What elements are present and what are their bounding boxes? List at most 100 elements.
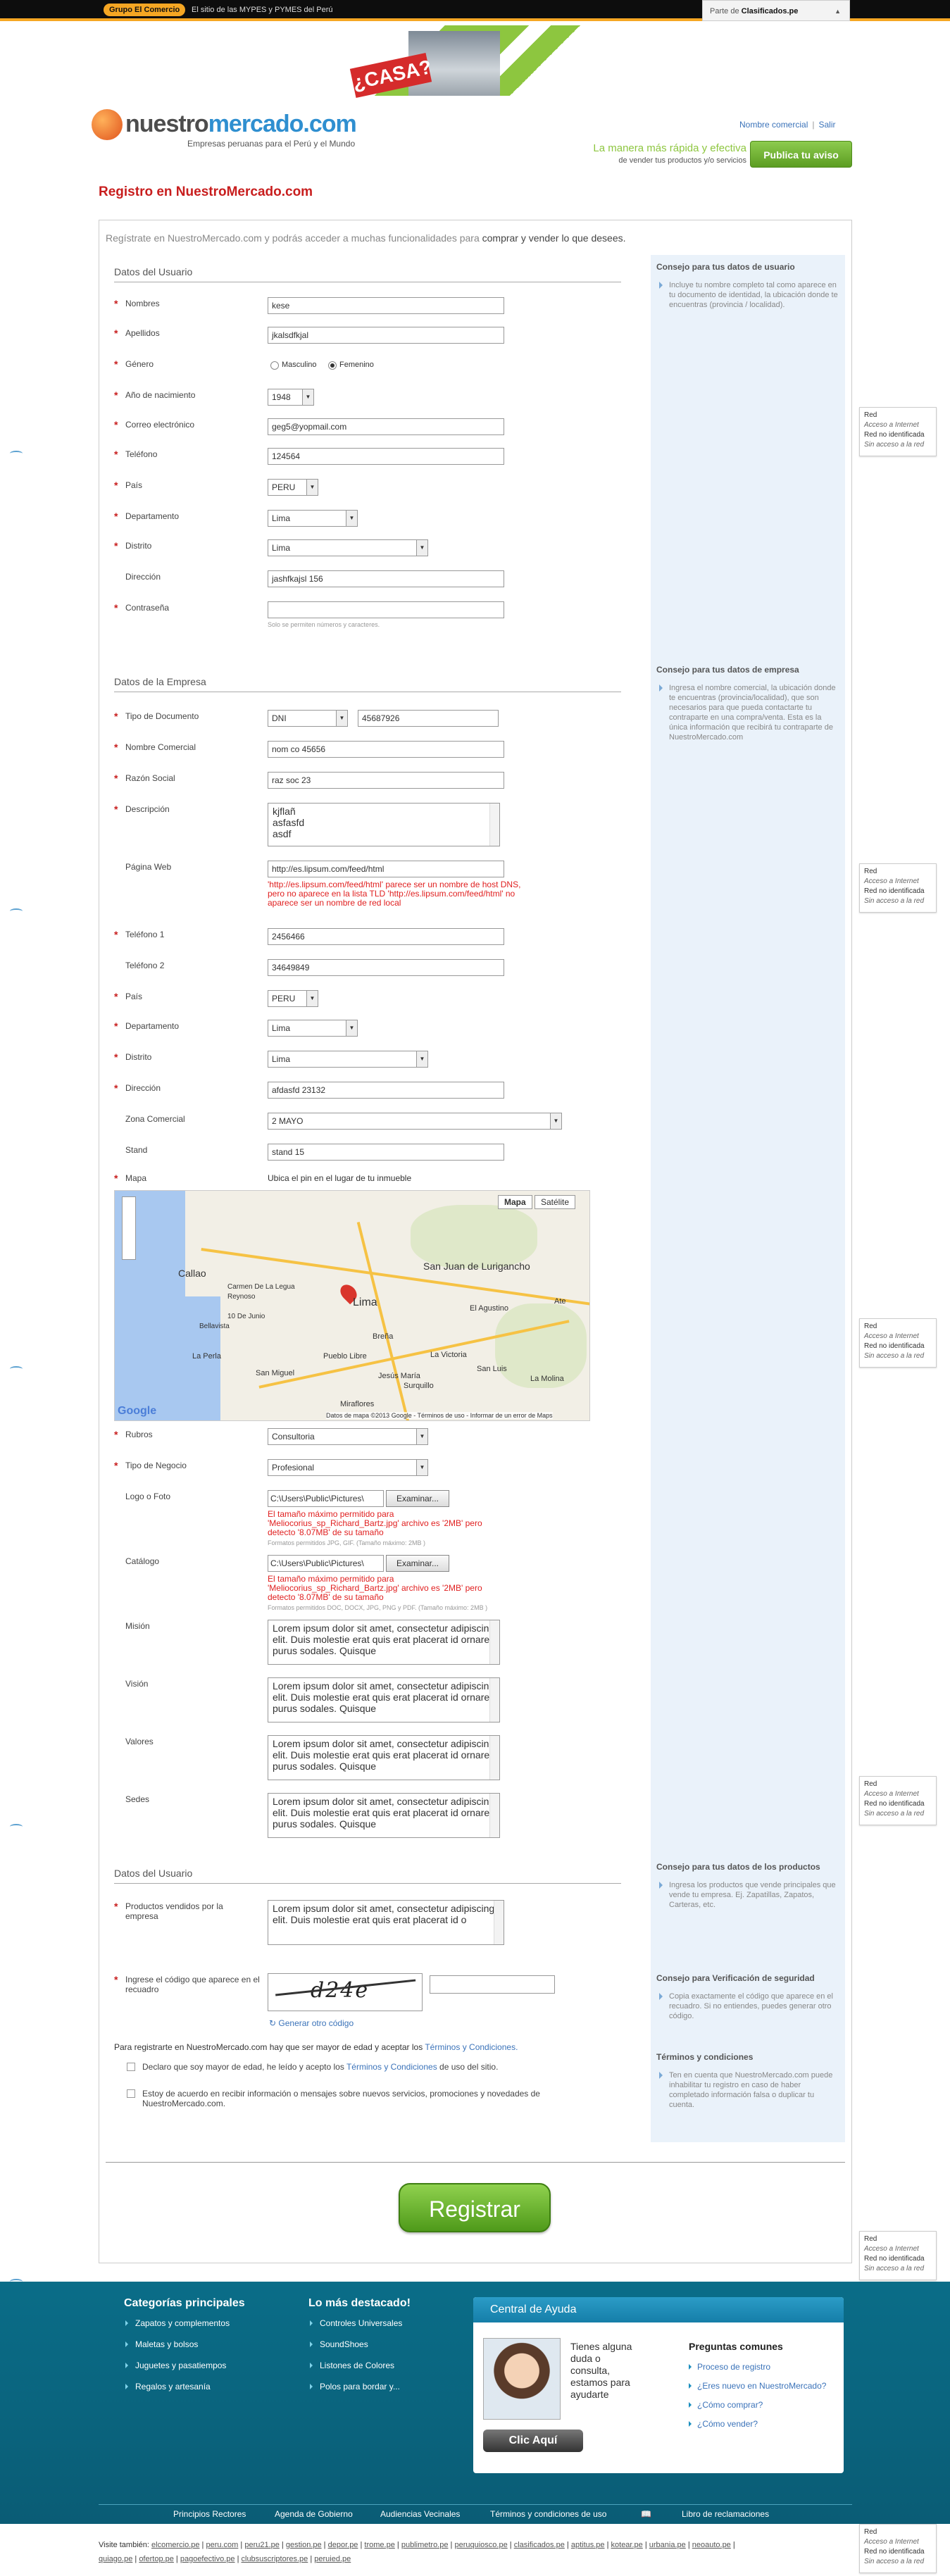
clasificados-dropdown[interactable]: Parte de Clasificados.pe ▲: [702, 0, 850, 21]
footer-category-link[interactable]: Zapatos y complementos: [124, 2318, 245, 2328]
nombres-input[interactable]: kese: [268, 297, 504, 314]
masculino-radio[interactable]: [270, 361, 279, 370]
row-contrasena: Contraseña Solo se permiten números y ca…: [114, 600, 635, 628]
partner-site-link[interactable]: peru.com: [206, 2541, 238, 2549]
tipo-documento-select[interactable]: DNI ▼: [268, 710, 348, 727]
partner-site-link[interactable]: publimetro.pe: [401, 2541, 449, 2549]
terms-link[interactable]: Términos y Condiciones.: [425, 2042, 518, 2052]
logo-file-input[interactable]: C:\Users\Public\Pictures\: [268, 1490, 384, 1507]
contrasena-input[interactable]: [268, 601, 504, 618]
partner-site-link[interactable]: trome.pe: [364, 2541, 394, 2549]
vision-textarea[interactable]: Lorem ipsum dolor sit amet, consectetur …: [268, 1677, 500, 1722]
map-type-button[interactable]: Mapa: [498, 1195, 532, 1209]
apellidos-input[interactable]: jkalsdfkjal: [268, 327, 504, 344]
partner-site-link[interactable]: kotear.pe: [611, 2541, 643, 2549]
site-logo[interactable]: nuestromercado.com Empresas peruanas par…: [92, 109, 387, 151]
faq-link[interactable]: ¿Cómo comprar?: [697, 2400, 763, 2410]
telefono-1-input[interactable]: 2456466: [268, 928, 504, 945]
nombre-comercial-input[interactable]: nom co 45656: [268, 741, 504, 758]
partner-site-link[interactable]: elcomercio.pe: [151, 2541, 199, 2549]
partner-site-link[interactable]: peruquiosco.pe: [454, 2541, 507, 2549]
footer-featured-link[interactable]: Controles Universales: [308, 2318, 411, 2328]
partner-site-link[interactable]: urbania.pe: [649, 2541, 686, 2549]
faq-link[interactable]: Proceso de registro: [697, 2362, 770, 2372]
footer-category-link[interactable]: Maletas y bolsos: [124, 2339, 245, 2349]
scrollbar[interactable]: [494, 1901, 504, 1944]
distrito-select[interactable]: Lima ▼: [268, 539, 428, 556]
footer-category-link[interactable]: Juguetes y pasatiempos: [124, 2361, 245, 2370]
partner-site-link[interactable]: ofertop.pe: [139, 2555, 174, 2563]
partner-site-link[interactable]: gestion.pe: [286, 2541, 322, 2549]
catalogo-browse-button[interactable]: Examinar...: [386, 1555, 449, 1572]
location-map[interactable]: Mapa Satélite Lima Callao San Juan de Lu…: [114, 1190, 590, 1421]
stand-input[interactable]: stand 15: [268, 1144, 504, 1161]
empresa-pais-select[interactable]: PERU ▼: [268, 990, 318, 1007]
nacimiento-select[interactable]: 1948 ▼: [268, 389, 314, 406]
partner-site-link[interactable]: neoauto.pe: [692, 2541, 731, 2549]
footer-link[interactable]: Audiencias Vecinales: [380, 2509, 460, 2519]
satellite-type-button[interactable]: Satélite: [535, 1195, 576, 1209]
terms-link[interactable]: Términos y Condiciones: [346, 2062, 437, 2072]
mision-textarea[interactable]: Lorem ipsum dolor sit amet, consectetur …: [268, 1620, 500, 1665]
map-footer[interactable]: Datos de mapa ©2013 Google - Términos de…: [326, 1412, 553, 1419]
valores-textarea[interactable]: Lorem ipsum dolor sit amet, consectetur …: [268, 1735, 500, 1780]
descripcion-textarea[interactable]: kjflañ asfasfd asdf: [268, 803, 500, 846]
logout-link[interactable]: Salir: [818, 120, 835, 130]
footer-link[interactable]: Términos y condiciones de uso: [490, 2509, 606, 2519]
partner-site-link[interactable]: aptitus.pe: [571, 2541, 605, 2549]
telefono-2-input[interactable]: 34649849: [268, 959, 504, 976]
footer-link[interactable]: Agenda de Gobierno: [275, 2509, 353, 2519]
scrollbar[interactable]: [489, 1736, 499, 1780]
scrollbar[interactable]: [489, 1794, 499, 1837]
femenino-radio[interactable]: [328, 361, 337, 370]
partner-site-link[interactable]: peruied.pe: [314, 2555, 351, 2563]
partner-site-link[interactable]: clubsuscriptores.pe: [242, 2555, 308, 2563]
apellidos-label: Apellidos: [114, 328, 255, 338]
faq-link[interactable]: ¿Eres nuevo en NuestroMercado?: [697, 2381, 826, 2391]
zona-comercial-select[interactable]: 2 MAYO ▼: [268, 1113, 562, 1130]
numero-documento-input[interactable]: 45687926: [358, 710, 499, 727]
map-zoom-control[interactable]: [122, 1196, 136, 1260]
footer-link[interactable]: Principios Rectores: [173, 2509, 246, 2519]
footer-featured-link[interactable]: Listones de Colores: [308, 2361, 411, 2370]
pagina-web-input[interactable]: http://es.lipsum.com/feed/html: [268, 861, 504, 877]
partner-site-link[interactable]: clasificados.pe: [514, 2541, 565, 2549]
user-name-link[interactable]: Nombre comercial: [739, 120, 808, 130]
catalogo-file-input[interactable]: C:\Users\Public\Pictures\: [268, 1555, 384, 1572]
empresa-distrito-select[interactable]: Lima ▼: [268, 1051, 428, 1068]
empresa-departamento-select[interactable]: Lima ▼: [268, 1020, 358, 1037]
direccion-input[interactable]: jashfkajsl 156: [268, 570, 504, 587]
register-button[interactable]: Registrar: [399, 2183, 551, 2232]
scrollbar[interactable]: [489, 1678, 499, 1722]
sedes-textarea[interactable]: Lorem ipsum dolor sit amet, consectetur …: [268, 1793, 500, 1838]
age-consent-checkbox[interactable]: [127, 2063, 135, 2071]
correo-input[interactable]: geg5@yopmail.com: [268, 418, 504, 435]
partner-site-link[interactable]: peru21.pe: [244, 2541, 280, 2549]
scrollbar[interactable]: [489, 1620, 499, 1664]
faq-link[interactable]: ¿Cómo vender?: [697, 2419, 758, 2429]
partner-site-link[interactable]: quiago.pe: [99, 2555, 132, 2563]
pais-select[interactable]: PERU ▼: [268, 479, 318, 496]
empresa-direccion-input[interactable]: afdasfd 23132: [268, 1082, 504, 1099]
publish-ad-button[interactable]: Publica tu aviso: [750, 141, 852, 168]
partner-site-link[interactable]: pagoefectivo.pe: [180, 2555, 235, 2563]
scrollbar[interactable]: [489, 804, 499, 846]
footer-featured-link[interactable]: Polos para bordar y...: [308, 2382, 411, 2391]
tipo-negocio-select[interactable]: Profesional ▼: [268, 1459, 428, 1476]
ad-banner[interactable]: ¿CASA?: [324, 25, 620, 98]
partner-site-link[interactable]: depor.pe: [328, 2541, 358, 2549]
productos-textarea[interactable]: Lorem ipsum dolor sit amet, consectetur …: [268, 1900, 504, 1945]
grupo-el-comercio-logo[interactable]: Grupo El Comercio: [104, 4, 186, 16]
captcha-input[interactable]: [430, 1975, 555, 1994]
footer-featured-link[interactable]: SoundShoes: [308, 2339, 411, 2349]
logo-browse-button[interactable]: Examinar...: [386, 1490, 449, 1507]
departamento-select[interactable]: Lima ▼: [268, 510, 358, 527]
footer-link[interactable]: Libro de reclamaciones: [682, 2509, 769, 2519]
regenerate-captcha-link[interactable]: ↻ Generar otro código: [269, 2018, 354, 2028]
razon-social-input[interactable]: raz soc 23: [268, 772, 504, 789]
help-click-button[interactable]: Clic Aquí: [483, 2430, 583, 2452]
footer-category-link[interactable]: Regalos y artesanía: [124, 2382, 245, 2391]
telefono-input[interactable]: 124564: [268, 448, 504, 465]
newsletter-consent-checkbox[interactable]: [127, 2089, 135, 2098]
rubros-select[interactable]: Consultoria ▼: [268, 1428, 428, 1445]
